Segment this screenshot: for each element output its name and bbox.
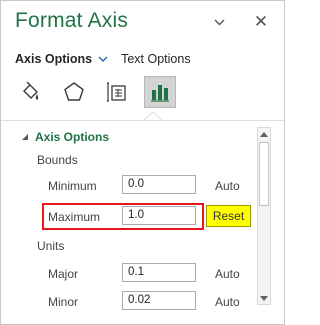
section-axis-options[interactable]: Axis Options <box>21 130 109 144</box>
scroll-up-button[interactable] <box>258 128 270 140</box>
tab-axis-options[interactable]: Axis Options <box>15 52 92 66</box>
tab-text-options[interactable]: Text Options <box>121 52 190 66</box>
section-title: Axis Options <box>35 130 110 144</box>
units-label: Units <box>37 239 65 253</box>
maximum-reset-button[interactable]: Reset <box>206 205 251 227</box>
size-properties-icon <box>107 82 126 102</box>
effects-tab[interactable] <box>58 76 90 108</box>
fill-line-icon <box>23 81 39 100</box>
format-axis-pane: Format Axis ✕ Axis Options Text Options <box>0 0 285 325</box>
scroll-down-button[interactable] <box>258 292 270 304</box>
close-icon: ✕ <box>253 12 269 31</box>
bounds-label: Bounds <box>37 153 78 167</box>
minor-auto-label: Auto <box>215 295 240 309</box>
minimum-input[interactable]: 0.0 <box>122 175 196 194</box>
minimum-auto-label: Auto <box>215 179 240 193</box>
effects-icon <box>64 82 84 101</box>
fill-line-tab[interactable] <box>15 76 47 108</box>
options-tabs: Axis Options Text Options <box>15 52 191 66</box>
vertical-scrollbar[interactable] <box>257 127 271 305</box>
chevron-down-icon <box>98 56 108 62</box>
major-auto-label: Auto <box>215 267 240 281</box>
scroll-up-icon <box>260 131 268 137</box>
minor-input[interactable]: 0.02 <box>122 291 196 310</box>
task-pane-options-button[interactable] <box>210 13 228 31</box>
major-input[interactable]: 0.1 <box>122 263 196 282</box>
scroll-thumb[interactable] <box>259 142 269 206</box>
maximum-input[interactable]: 1.0 <box>122 206 196 225</box>
chevron-down-icon <box>214 19 224 25</box>
scroll-down-icon <box>260 295 268 301</box>
collapse-triangle-icon <box>21 133 29 141</box>
close-button[interactable]: ✕ <box>252 12 270 31</box>
maximum-label: Maximum <box>48 210 101 224</box>
size-properties-tab[interactable] <box>101 76 133 108</box>
tab-axis-options-dropdown[interactable] <box>98 56 108 62</box>
options-content: Axis Options Bounds Minimum 0.0 Auto Max… <box>1 120 284 324</box>
minor-label: Minor <box>48 295 79 309</box>
axis-options-tab[interactable] <box>144 76 176 108</box>
pane-title: Format Axis <box>15 9 129 32</box>
major-label: Major <box>48 267 79 281</box>
minimum-label: Minimum <box>48 179 97 193</box>
category-icons <box>15 76 187 108</box>
axis-options-icon <box>151 85 169 102</box>
